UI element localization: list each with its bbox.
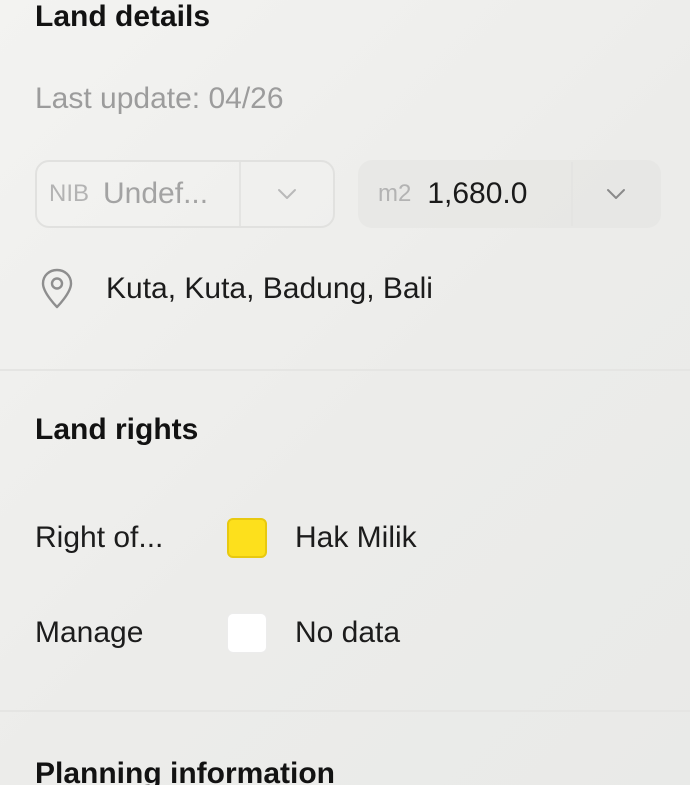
nib-select[interactable]: NIB Undef... bbox=[35, 160, 335, 228]
nib-value: Undef... bbox=[103, 177, 209, 210]
land-right-label: Manage bbox=[35, 616, 144, 649]
location-row: Kuta, Kuta, Badung, Bali bbox=[38, 268, 433, 310]
area-unit-label: m2 bbox=[378, 180, 412, 207]
land-right-row-ownership: Right of... Hak Milik bbox=[35, 518, 417, 558]
nib-unit-label: NIB bbox=[49, 180, 90, 207]
area-value: 1,680.0 bbox=[427, 177, 528, 210]
land-right-color-swatch bbox=[227, 613, 267, 653]
nib-dropdown-toggle[interactable] bbox=[241, 187, 333, 201]
section-divider bbox=[0, 710, 690, 712]
location-pin-icon bbox=[41, 268, 73, 309]
land-details-title: Land details bbox=[35, 0, 211, 33]
land-right-color-swatch bbox=[227, 518, 267, 558]
planning-information-title: Planning information bbox=[35, 757, 335, 785]
land-right-value: No data bbox=[295, 616, 401, 649]
section-divider bbox=[0, 369, 690, 371]
land-right-value: Hak Milik bbox=[295, 521, 417, 554]
land-rights-title: Land rights bbox=[35, 413, 199, 446]
last-update-text: Last update: 04/26 bbox=[35, 82, 284, 115]
area-dropdown-toggle[interactable] bbox=[573, 187, 659, 201]
land-right-row-manage: Manage No data bbox=[35, 613, 400, 653]
land-right-label: Right of... bbox=[35, 521, 164, 554]
location-text: Kuta, Kuta, Badung, Bali bbox=[106, 272, 433, 305]
chevron-down-icon bbox=[607, 189, 626, 199]
chevron-down-icon bbox=[278, 189, 296, 199]
area-select[interactable]: m2 1,680.0 bbox=[358, 160, 661, 228]
